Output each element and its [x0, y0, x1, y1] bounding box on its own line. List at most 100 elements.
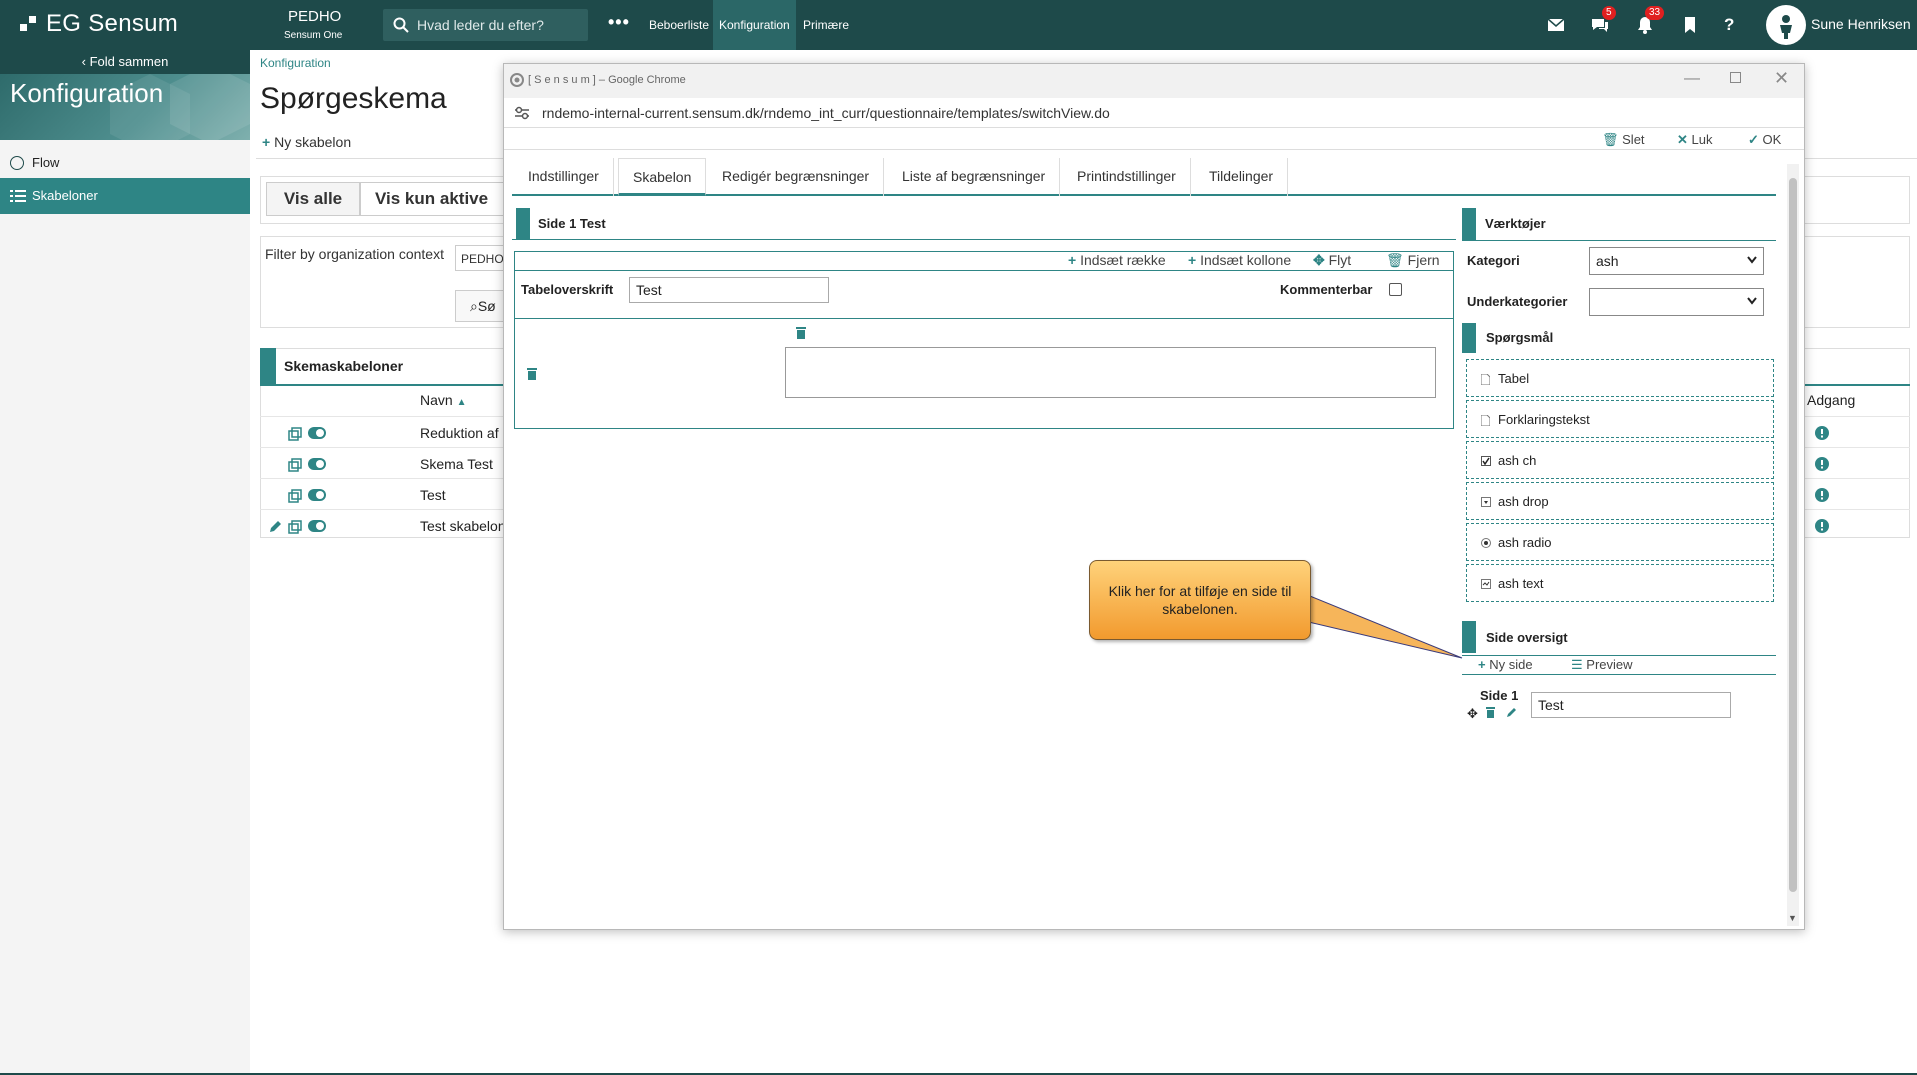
fold-sidebar-button[interactable]: ‹ Fold sammen — [0, 50, 250, 74]
insert-column-button[interactable]: + Indsæt kollone — [1188, 252, 1291, 268]
commentable-checkbox[interactable] — [1389, 283, 1402, 296]
move-icon: ✥ — [1313, 252, 1325, 268]
delete-row-icon[interactable] — [526, 367, 538, 380]
remove-button[interactable]: 🗑 Fjern — [1386, 252, 1440, 269]
toggle-icon[interactable] — [308, 458, 326, 470]
move-page-icon[interactable]: ✥ — [1467, 706, 1478, 722]
sort-asc-icon: ▲ — [456, 397, 467, 408]
delete-column-icon[interactable] — [795, 326, 807, 339]
move-button[interactable]: ✥ Flyt — [1313, 252, 1351, 269]
user-name[interactable]: Sune Henriksen — [1811, 16, 1911, 32]
document-icon — [1481, 374, 1490, 385]
org-name[interactable]: PEDHO — [288, 8, 341, 25]
table-heading-input[interactable]: Test — [629, 277, 829, 303]
delete-page-icon[interactable] — [1485, 706, 1496, 718]
preview-button[interactable]: ☰ Preview — [1571, 657, 1633, 673]
edit-pencil-icon[interactable] — [268, 520, 282, 534]
app-logo[interactable]: EG Sensum — [46, 10, 178, 38]
delete-button[interactable]: 🗑 Slet — [1602, 132, 1645, 148]
circle-icon — [10, 156, 24, 170]
question-item-ash-drop[interactable]: ash drop — [1466, 482, 1774, 520]
messages-icon[interactable]: 5 — [1590, 6, 1616, 35]
breadcrumb[interactable]: Konfiguration — [260, 56, 331, 70]
minimize-icon[interactable]: — — [1684, 70, 1700, 88]
template-name[interactable]: Test — [420, 487, 446, 503]
plus-icon: + — [1478, 657, 1486, 672]
info-icon[interactable] — [1815, 426, 1829, 440]
copy-icon[interactable] — [288, 458, 302, 472]
window-titlebar[interactable]: [ S e n s u m ] – Google Chrome — ✕ — [504, 64, 1804, 98]
tab-indstillinger[interactable]: Indstillinger — [514, 158, 614, 196]
insert-row-button[interactable]: + Indsæt række — [1068, 252, 1166, 268]
search-input[interactable] — [417, 15, 582, 35]
new-page-button[interactable]: + Ny side — [1478, 657, 1533, 672]
notifications-bell-icon[interactable]: 33 — [1635, 6, 1665, 35]
category-select[interactable]: ash — [1589, 247, 1764, 275]
info-icon[interactable] — [1815, 488, 1829, 502]
sidebar-item-skabeloner[interactable]: Skabeloner — [0, 178, 250, 214]
show-all-button[interactable]: Vis alle — [266, 182, 360, 216]
question-item-ash-ch[interactable]: ash ch — [1466, 441, 1774, 479]
ok-button[interactable]: ✓ OK — [1748, 132, 1781, 148]
scrollbar-thumb[interactable] — [1789, 178, 1797, 892]
bookmark-icon[interactable] — [1680, 15, 1700, 35]
question-item-forklaringstekst[interactable]: Forklaringstekst — [1466, 400, 1774, 438]
url-text[interactable]: rndemo-internal-current.sensum.dk/rndemo… — [542, 105, 1110, 121]
copy-icon[interactable] — [288, 427, 302, 441]
document-icon — [1481, 415, 1490, 426]
question-item-ash-radio[interactable]: ash radio — [1466, 523, 1774, 561]
question-item-ash-text[interactable]: ash text — [1466, 564, 1774, 602]
divider — [514, 318, 1454, 319]
page-title-input[interactable]: Test — [1531, 692, 1731, 718]
question-label: Forklaringstekst — [1498, 412, 1590, 427]
template-name[interactable]: Test skabelon — [420, 518, 506, 534]
site-settings-icon[interactable] — [514, 106, 530, 120]
tab-skabelon[interactable]: Skabelon — [618, 158, 707, 196]
info-icon[interactable] — [1815, 457, 1829, 471]
tab-printindstillinger[interactable]: Printindstillinger — [1063, 158, 1191, 196]
toggle-icon[interactable] — [308, 489, 326, 501]
copy-icon[interactable] — [288, 520, 302, 534]
tab-tildelinger[interactable]: Tildelinger — [1195, 158, 1289, 196]
search-icon: ⌕ — [470, 298, 478, 314]
search-button[interactable]: ⌕Sø — [455, 290, 505, 322]
check-icon: ✓ — [1748, 132, 1759, 147]
subcategory-select[interactable] — [1589, 288, 1764, 316]
org-context-select[interactable]: PEDHO — [455, 245, 505, 271]
close-label: Luk — [1691, 132, 1713, 147]
toggle-icon[interactable] — [308, 427, 326, 439]
address-bar[interactable]: rndemo-internal-current.sensum.dk/rndemo… — [504, 98, 1804, 128]
tools-title: Værktøjer — [1485, 216, 1546, 231]
copy-icon[interactable] — [288, 489, 302, 503]
divider — [1462, 240, 1776, 241]
nav-primaere[interactable]: Primære — [797, 0, 855, 50]
help-icon[interactable]: ? — [1724, 15, 1734, 35]
question-item-tabel[interactable]: Tabel — [1466, 359, 1774, 397]
tab-liste-af-begraensninger[interactable]: Liste af begrænsninger — [888, 158, 1061, 196]
info-icon[interactable] — [1815, 519, 1829, 533]
tab-rediger-begraensninger[interactable]: Redigér begrænsninger — [708, 158, 885, 196]
column-header-navn[interactable]: Navn ▲ — [420, 392, 466, 408]
show-active-button[interactable]: Vis kun aktive — [360, 182, 510, 216]
maximize-icon[interactable] — [1730, 72, 1741, 83]
toggle-icon[interactable] — [308, 520, 326, 532]
new-template-button[interactable]: + Ny skabelon — [262, 134, 351, 150]
nav-konfiguration[interactable]: Konfiguration — [713, 0, 796, 50]
nav-beboerliste[interactable]: Beboerliste — [643, 0, 715, 50]
scroll-down-icon[interactable]: ▼ — [1788, 913, 1797, 923]
avatar[interactable] — [1766, 5, 1806, 45]
sidebar-item-flow[interactable]: Flow — [0, 148, 250, 178]
edit-page-icon[interactable] — [1506, 706, 1518, 718]
template-name[interactable]: Skema Test — [420, 456, 493, 472]
callout-text: Klik her for at tilføje en side til skab… — [1108, 583, 1292, 617]
page-title: Spørgeskema — [260, 82, 447, 115]
table-cell-dropzone[interactable] — [785, 347, 1436, 398]
template-name[interactable]: Reduktion af — [420, 425, 499, 441]
mail-icon[interactable] — [1546, 15, 1566, 35]
close-window-icon[interactable]: ✕ — [1774, 68, 1789, 89]
more-menu-icon[interactable]: ••• — [608, 12, 630, 33]
close-button[interactable]: ✕ Luk — [1677, 132, 1713, 148]
question-label: ash ch — [1498, 453, 1537, 468]
global-search[interactable] — [383, 9, 588, 41]
accent-bar — [260, 348, 276, 384]
